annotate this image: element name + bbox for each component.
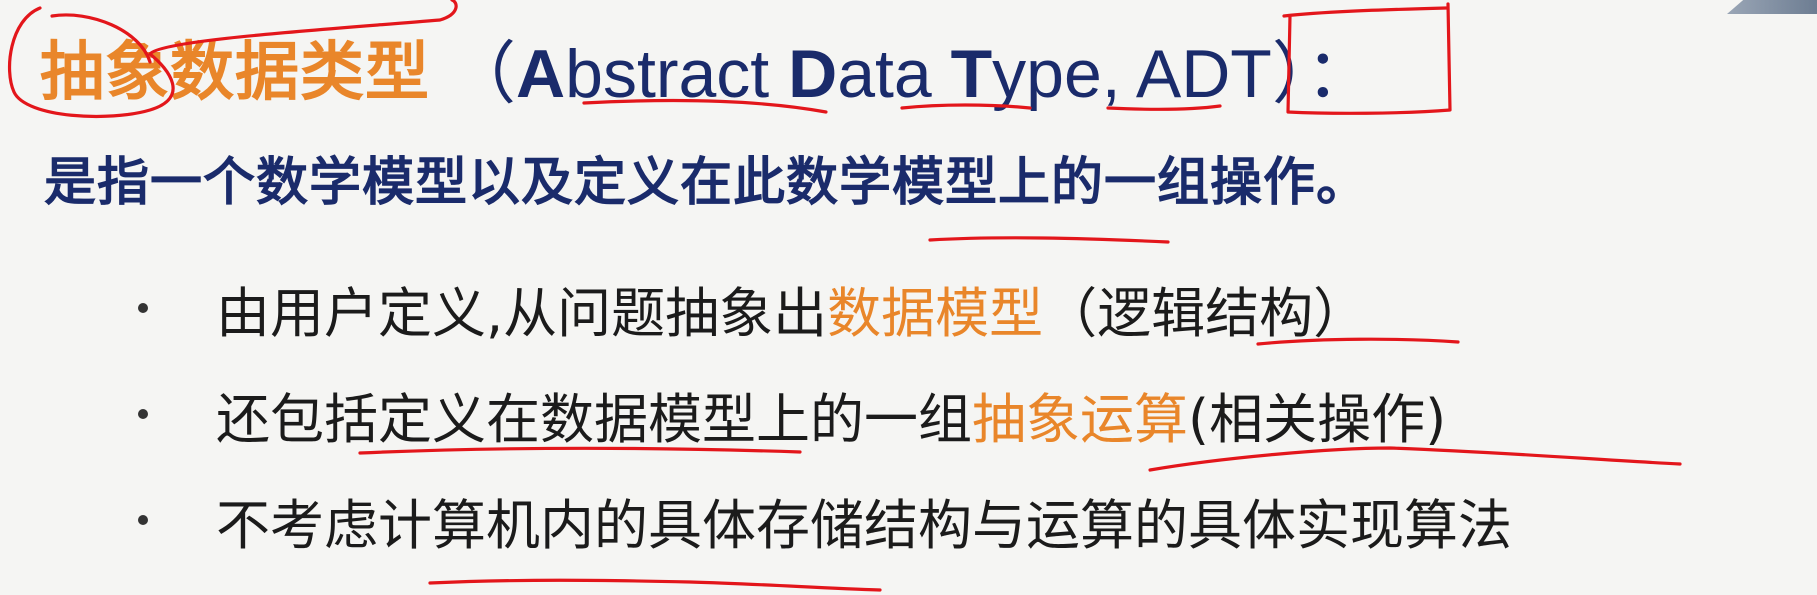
list-item: 还包括定义在数据模型上的一组抽象运算(相关操作) [138, 361, 1512, 467]
bullet-dot-icon [138, 515, 148, 525]
title-paren-close: ）： [1271, 35, 1374, 112]
bullet-highlight: 抽象运算 [972, 387, 1188, 451]
title-word-ata: ata [837, 35, 951, 112]
bullet-text: 还包括定义在数据模型上的一组抽象运算(相关操作) [216, 375, 1446, 454]
title-word-bstract: bstract [565, 35, 789, 112]
title-word-ype: ype, [992, 35, 1136, 112]
bullet-text-after: (相关操作) [1188, 387, 1447, 451]
title-letter-d: D [788, 35, 838, 112]
title-chinese: 抽象数据类型 [40, 36, 430, 110]
underline-storage-mark [428, 578, 882, 592]
title-paren-open: （ [448, 35, 517, 112]
bullet-dot-icon [138, 409, 148, 419]
bullet-dot-icon [138, 303, 148, 313]
bullet-highlight: 数据模型 [827, 281, 1044, 345]
title-letter-t: T [950, 35, 993, 112]
slide: 抽象数据类型 （Abstract Data Type, ADT）： 是指一个数学… [0, 0, 1817, 595]
underline-definition-mark [928, 236, 1170, 244]
definition-text: 是指一个数学模型以及定义在此数学模型上的一组操作。 [44, 153, 1370, 213]
list-item: 不考虑计算机内的具体存储结构与运算的具体实现算法 [138, 467, 1512, 573]
bullet-text: 由用户定义,从问题抽象出数据模型（逻辑结构） [216, 269, 1367, 348]
title-abbr-adt: ADT [1135, 35, 1272, 112]
bullet-text-before: 由用户定义,从问题抽象出 [216, 281, 828, 345]
list-item: 由用户定义,从问题抽象出数据模型（逻辑结构） [138, 255, 1512, 361]
bullet-text-after: （逻辑结构） [1043, 281, 1368, 345]
title-english: （Abstract Data Type, ADT）： [448, 18, 1374, 117]
slide-title: 抽象数据类型 （Abstract Data Type, ADT）： [40, 12, 1780, 122]
bullet-text: 不考虑计算机内的具体存储结构与运算的具体实现算法 [216, 481, 1512, 560]
bullet-text-before: 还包括定义在数据模型上的一组 [216, 387, 972, 451]
bullet-text-before: 不考虑计算机内的具体存储结构与运算的具体实现算法 [216, 493, 1512, 557]
title-letter-a: A [516, 35, 566, 112]
bullet-list: 由用户定义,从问题抽象出数据模型（逻辑结构） 还包括定义在数据模型上的一组抽象运… [138, 255, 1512, 573]
